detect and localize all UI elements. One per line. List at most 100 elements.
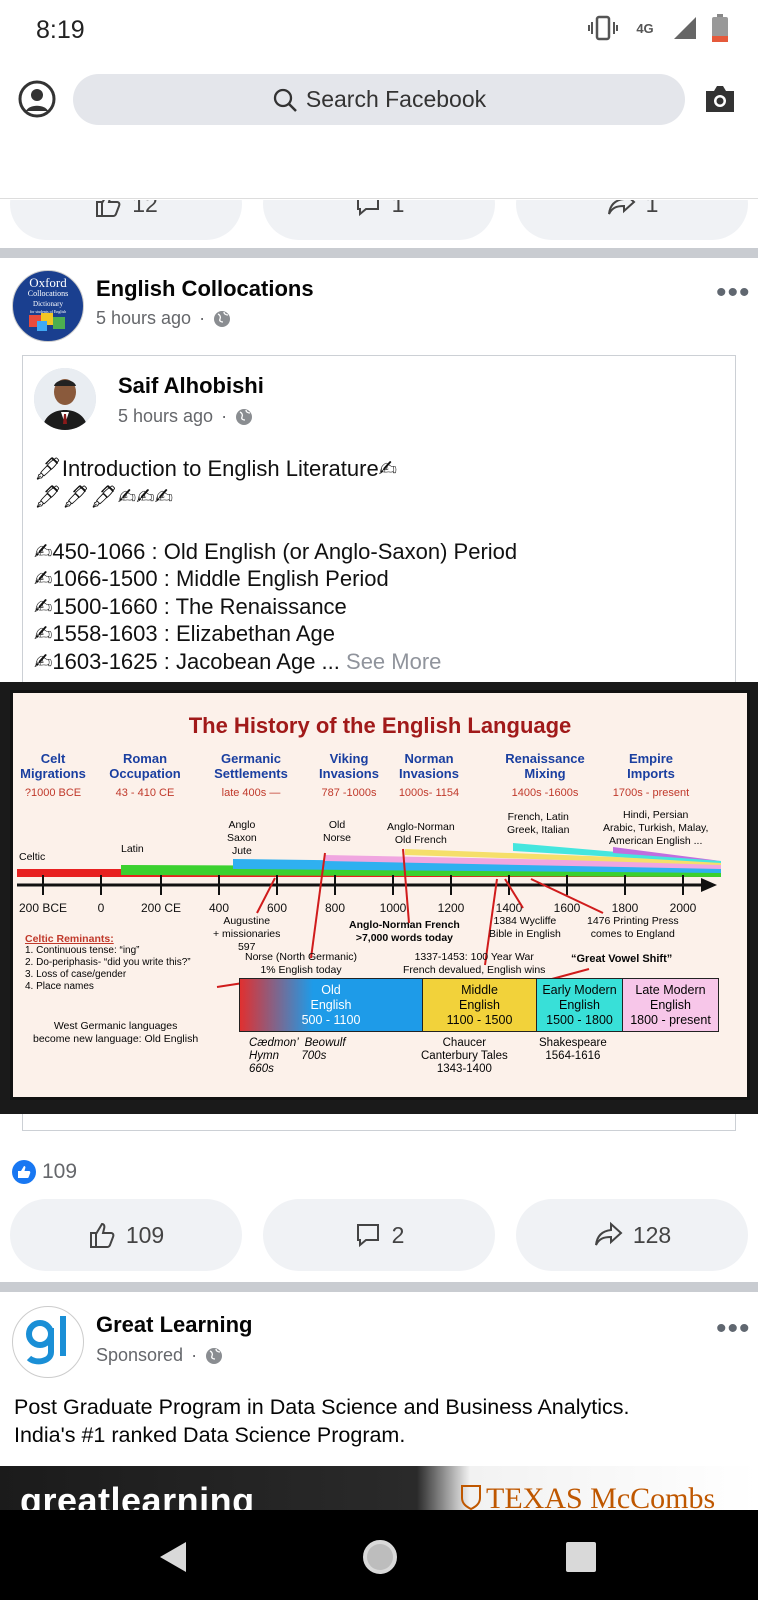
texas-shield-icon bbox=[461, 1485, 481, 1510]
period-late-modern: Late Modern English 1800 - present bbox=[622, 979, 718, 1031]
sponsored-label[interactable]: Sponsored bbox=[96, 1345, 183, 1366]
period-old-english: Old English 500 - 1100 bbox=[240, 979, 422, 1031]
period-early-modern: Early Modern English 1500 - 1800 bbox=[536, 979, 622, 1031]
logo-word-2: Collocations bbox=[27, 289, 69, 298]
work-chaucer: Chaucer Canterbury Tales 1343-1400 bbox=[421, 1037, 508, 1075]
note-anglo-norman: Anglo-Norman French >7,000 words today bbox=[349, 919, 460, 944]
celtic-item: 4. Place names bbox=[25, 981, 94, 992]
period-label: Middle English 1100 - 1500 bbox=[446, 982, 513, 1027]
post-line: 🖋🖋🖋✍✍✍ bbox=[34, 483, 174, 509]
post-more-options[interactable]: ••• bbox=[716, 276, 751, 310]
era-name: Germanic Settlements bbox=[214, 751, 288, 781]
post-line: ✍1066-1500 : Middle English Period bbox=[34, 566, 389, 591]
era-name: Empire Imports bbox=[627, 751, 675, 781]
ad-name[interactable]: Great Learning bbox=[96, 1312, 252, 1338]
home-circle-icon[interactable] bbox=[361, 1538, 399, 1576]
ad-more-options[interactable]: ••• bbox=[716, 1312, 751, 1346]
post-time[interactable]: 5 hours ago bbox=[96, 308, 191, 329]
recents-icon[interactable] bbox=[566, 1542, 596, 1572]
era-date: 787 -1000s bbox=[321, 787, 377, 799]
share-button[interactable]: 128 bbox=[516, 1199, 748, 1271]
globe-icon bbox=[236, 408, 253, 425]
shared-time[interactable]: 5 hours ago bbox=[118, 406, 213, 427]
banner-left-text: greatlearning bbox=[20, 1480, 255, 1512]
celtic-item: 1. Continuous tense: “ing” bbox=[25, 945, 140, 956]
profile-icon[interactable] bbox=[18, 80, 56, 118]
page-avatar[interactable]: Oxford Collocations Dictionary for stude… bbox=[12, 270, 84, 342]
vibrate-icon bbox=[588, 15, 618, 41]
shared-post-text: 🖋Introduction to English Literature✍ 🖋🖋🖋… bbox=[34, 455, 517, 675]
reaction-count: 109 bbox=[42, 1160, 78, 1183]
like-button[interactable]: 109 bbox=[10, 1199, 242, 1271]
meta-separator: · bbox=[191, 1345, 198, 1365]
like-count: 109 bbox=[125, 1221, 165, 1248]
post-line bbox=[34, 510, 517, 538]
page-name[interactable]: English Collocations bbox=[96, 276, 314, 302]
post-line-text: ✍1603-1625 : Jacobean Age ... bbox=[34, 648, 340, 674]
note-hundred-year-war: 1337-1453: 100 Year War French devalued,… bbox=[403, 951, 546, 976]
note-west-germanic: West Germanic languages become new langu… bbox=[33, 1020, 199, 1045]
note-norse: Norse (North Germanic) 1% English today bbox=[245, 951, 358, 976]
note-vowel-shift: “Great Vowel Shift” bbox=[571, 953, 673, 965]
banner-right-text: TEXAS McCombs bbox=[486, 1482, 716, 1512]
shared-meta: 5 hours ago · bbox=[118, 406, 253, 427]
post-line: ✍1500-1660 : The Renaissance bbox=[34, 593, 347, 619]
celtic-item: 2. Do-periphasis- “did you write this?” bbox=[25, 957, 191, 968]
note-augustine: Augustine + missionaries 597 bbox=[213, 915, 281, 953]
post-line: 🖋Introduction to English Literature✍ bbox=[34, 456, 398, 481]
period-label: Late Modern English 1800 - present bbox=[630, 982, 711, 1027]
comment-icon bbox=[356, 1224, 379, 1248]
like-reaction-icon bbox=[12, 1160, 36, 1184]
header-border bbox=[0, 198, 758, 199]
search-bar[interactable]: Search Facebook bbox=[73, 74, 685, 125]
post-line-last: ✍1603-1625 : Jacobean Age ... See More bbox=[34, 648, 517, 676]
status-icons: 4G bbox=[588, 14, 728, 42]
post-image-infographic[interactable]: The History of the English Language Celt… bbox=[0, 682, 758, 1114]
ad-text: Post Graduate Program in Data Science an… bbox=[14, 1394, 629, 1449]
header-cover bbox=[0, 136, 758, 200]
period-bar: Old English 500 - 1100 Middle English 11… bbox=[239, 978, 719, 1032]
work-shakespeare: Shakespeare 1564-1616 bbox=[539, 1037, 607, 1062]
note-printing-press: 1476 Printing Press comes to England bbox=[587, 915, 679, 940]
status-bar: 8:19 4G bbox=[0, 0, 758, 64]
infographic-title: The History of the English Language bbox=[188, 713, 572, 738]
search-icon bbox=[273, 88, 297, 112]
puzzle-logo-icon bbox=[29, 313, 65, 331]
era-name: Norman Invasions bbox=[399, 751, 459, 781]
share-count: 128 bbox=[632, 1221, 672, 1248]
ad-text-line: India's #1 ranked Data Science Program. bbox=[14, 1422, 406, 1447]
era-date: 1000s- 1154 bbox=[398, 787, 460, 799]
period-label: Early Modern English 1500 - 1800 bbox=[542, 982, 617, 1027]
post-line: ✍450-1066 : Old English (or Anglo-Saxon)… bbox=[34, 538, 518, 564]
person-photo-icon bbox=[34, 368, 96, 430]
note-wycliffe: 1384 Wycliffe Bible in English bbox=[489, 915, 561, 940]
era-date: 43 - 410 CE bbox=[115, 787, 175, 799]
comment-button[interactable]: 2 bbox=[263, 1199, 495, 1271]
era-name: Roman Occupation bbox=[109, 751, 181, 781]
great-learning-logo-icon bbox=[26, 1316, 66, 1365]
ad-avatar[interactable] bbox=[12, 1306, 84, 1378]
like-icon bbox=[89, 1222, 115, 1248]
era-name: Renaissance Mixing bbox=[505, 751, 585, 781]
author-name[interactable]: Saif Alhobishi bbox=[118, 373, 264, 399]
reaction-summary[interactable]: 109 bbox=[12, 1160, 77, 1184]
battery-icon bbox=[712, 14, 728, 42]
era-date: 1700s - present bbox=[612, 787, 690, 799]
meta-separator: · bbox=[221, 406, 228, 426]
android-nav-bar bbox=[0, 1510, 758, 1600]
comment-count: 2 bbox=[391, 1221, 405, 1248]
post-line: ✍1558-1603 : Elizabethan Age bbox=[34, 621, 335, 646]
camera-icon[interactable] bbox=[703, 84, 737, 114]
logo-word-1: Oxford bbox=[29, 275, 67, 290]
celtic-title: Celtic Reminants: bbox=[25, 933, 114, 945]
era-name: Celt Migrations bbox=[20, 751, 86, 781]
author-avatar[interactable] bbox=[34, 368, 96, 430]
celtic-remnants: Celtic Reminants: 1. Continuous tense: “… bbox=[25, 933, 191, 993]
era-name: Viking Invasions bbox=[319, 751, 379, 781]
logo-word-3: Dictionary bbox=[33, 300, 63, 308]
see-more-link[interactable]: See More bbox=[346, 649, 441, 674]
back-icon[interactable] bbox=[158, 1540, 188, 1574]
share-icon bbox=[594, 1221, 623, 1246]
search-placeholder: Search Facebook bbox=[305, 86, 487, 112]
ad-banner-image[interactable]: greatlearning TEXAS McCombs bbox=[0, 1466, 758, 1512]
